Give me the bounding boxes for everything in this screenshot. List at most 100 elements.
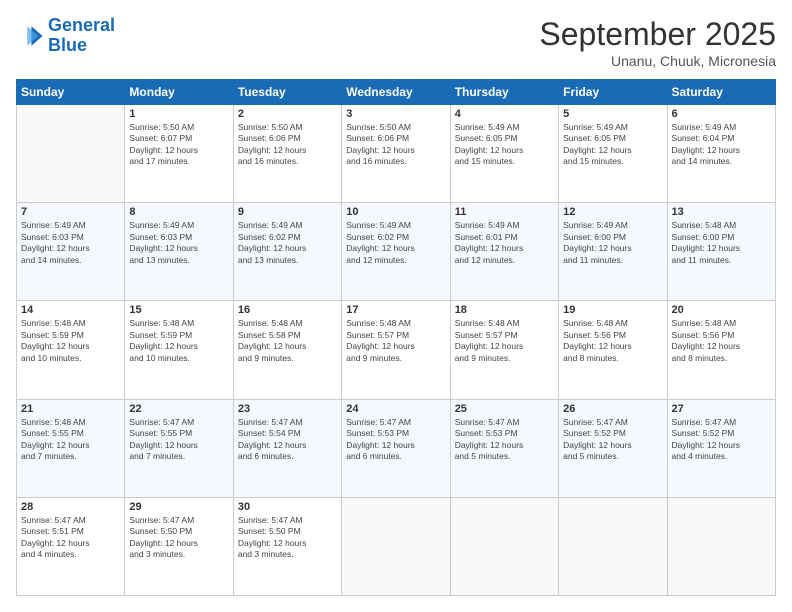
day-number: 30	[238, 501, 337, 513]
day-number: 5	[563, 108, 662, 120]
calendar-cell: 16 Sunrise: 5:48 AM Sunset: 5:58 PM Dayli…	[233, 301, 341, 399]
day-info: Sunrise: 5:49 AM Sunset: 6:05 PM Dayligh…	[563, 122, 662, 168]
day-info: Sunrise: 5:49 AM Sunset: 6:02 PM Dayligh…	[346, 220, 445, 266]
calendar-cell: 12 Sunrise: 5:49 AM Sunset: 6:00 PM Dayli…	[559, 203, 667, 301]
day-number: 2	[238, 108, 337, 120]
day-number: 11	[455, 206, 554, 218]
day-number: 15	[129, 304, 228, 316]
day-info: Sunrise: 5:48 AM Sunset: 5:56 PM Dayligh…	[563, 318, 662, 364]
day-info: Sunrise: 5:48 AM Sunset: 5:57 PM Dayligh…	[346, 318, 445, 364]
calendar-cell: 9 Sunrise: 5:49 AM Sunset: 6:02 PM Daylig…	[233, 203, 341, 301]
day-number: 28	[21, 501, 120, 513]
calendar-cell: 2 Sunrise: 5:50 AM Sunset: 6:06 PM Daylig…	[233, 105, 341, 203]
week-row-3: 14Sunrise: 5:48 AM Sunset: 5:59 PM Dayli…	[17, 301, 776, 399]
day-info: Sunrise: 5:50 AM Sunset: 6:06 PM Dayligh…	[346, 122, 445, 168]
calendar-header-row: Sunday Monday Tuesday Wednesday Thursday…	[17, 80, 776, 105]
col-saturday: Saturday	[667, 80, 775, 105]
calendar-cell: 23Sunrise: 5:47 AM Sunset: 5:54 PM Dayli…	[233, 399, 341, 497]
day-info: Sunrise: 5:49 AM Sunset: 6:05 PM Dayligh…	[455, 122, 554, 168]
day-number: 17	[346, 304, 445, 316]
day-number: 10	[346, 206, 445, 218]
day-number: 12	[563, 206, 662, 218]
header: General Blue September 2025 Unanu, Chuuk…	[16, 16, 776, 69]
week-row-2: 7 Sunrise: 5:49 AM Sunset: 6:03 PM Daylig…	[17, 203, 776, 301]
calendar-cell: 27Sunrise: 5:47 AM Sunset: 5:52 PM Dayli…	[667, 399, 775, 497]
day-info: Sunrise: 5:47 AM Sunset: 5:50 PM Dayligh…	[238, 515, 337, 561]
day-number: 19	[563, 304, 662, 316]
calendar-cell	[559, 497, 667, 595]
calendar-cell: 4 Sunrise: 5:49 AM Sunset: 6:05 PM Daylig…	[450, 105, 558, 203]
calendar-cell: 14Sunrise: 5:48 AM Sunset: 5:59 PM Dayli…	[17, 301, 125, 399]
calendar-cell: 6 Sunrise: 5:49 AM Sunset: 6:04 PM Daylig…	[667, 105, 775, 203]
day-number: 3	[346, 108, 445, 120]
calendar-cell: 28 Sunrise: 5:47 AM Sunset: 5:51 PM Dayli…	[17, 497, 125, 595]
calendar-cell: 19 Sunrise: 5:48 AM Sunset: 5:56 PM Dayli…	[559, 301, 667, 399]
calendar-cell: 13Sunrise: 5:48 AM Sunset: 6:00 PM Dayli…	[667, 203, 775, 301]
day-number: 9	[238, 206, 337, 218]
day-info: Sunrise: 5:47 AM Sunset: 5:52 PM Dayligh…	[672, 417, 771, 463]
day-number: 1	[129, 108, 228, 120]
col-friday: Friday	[559, 80, 667, 105]
calendar-cell: 24Sunrise: 5:47 AM Sunset: 5:53 PM Dayli…	[342, 399, 450, 497]
day-info: Sunrise: 5:47 AM Sunset: 5:53 PM Dayligh…	[455, 417, 554, 463]
calendar-cell: 1 Sunrise: 5:50 AM Sunset: 6:07 PM Daylig…	[125, 105, 233, 203]
calendar-cell: 3 Sunrise: 5:50 AM Sunset: 6:06 PM Daylig…	[342, 105, 450, 203]
day-info: Sunrise: 5:49 AM Sunset: 6:01 PM Dayligh…	[455, 220, 554, 266]
calendar-cell: 18Sunrise: 5:48 AM Sunset: 5:57 PM Dayli…	[450, 301, 558, 399]
day-number: 6	[672, 108, 771, 120]
col-thursday: Thursday	[450, 80, 558, 105]
day-info: Sunrise: 5:49 AM Sunset: 6:03 PM Dayligh…	[129, 220, 228, 266]
logo-text: General Blue	[48, 16, 115, 56]
col-monday: Monday	[125, 80, 233, 105]
day-number: 8	[129, 206, 228, 218]
calendar-cell: 11 Sunrise: 5:49 AM Sunset: 6:01 PM Dayli…	[450, 203, 558, 301]
calendar-cell: 22 Sunrise: 5:47 AM Sunset: 5:55 PM Dayli…	[125, 399, 233, 497]
day-info: Sunrise: 5:50 AM Sunset: 6:06 PM Dayligh…	[238, 122, 337, 168]
day-info: Sunrise: 5:48 AM Sunset: 5:55 PM Dayligh…	[21, 417, 120, 463]
calendar-cell	[667, 497, 775, 595]
day-info: Sunrise: 5:50 AM Sunset: 6:07 PM Dayligh…	[129, 122, 228, 168]
day-number: 16	[238, 304, 337, 316]
calendar-cell: 10 Sunrise: 5:49 AM Sunset: 6:02 PM Dayli…	[342, 203, 450, 301]
day-number: 7	[21, 206, 120, 218]
calendar-cell: 26Sunrise: 5:47 AM Sunset: 5:52 PM Dayli…	[559, 399, 667, 497]
calendar-cell: 7 Sunrise: 5:49 AM Sunset: 6:03 PM Daylig…	[17, 203, 125, 301]
day-number: 20	[672, 304, 771, 316]
subtitle: Unanu, Chuuk, Micronesia	[539, 53, 776, 69]
day-number: 23	[238, 403, 337, 415]
calendar-cell: 8 Sunrise: 5:49 AM Sunset: 6:03 PM Daylig…	[125, 203, 233, 301]
day-info: Sunrise: 5:49 AM Sunset: 6:02 PM Dayligh…	[238, 220, 337, 266]
week-row-4: 21Sunrise: 5:48 AM Sunset: 5:55 PM Dayli…	[17, 399, 776, 497]
month-title: September 2025	[539, 16, 776, 53]
title-block: September 2025 Unanu, Chuuk, Micronesia	[539, 16, 776, 69]
week-row-1: 1 Sunrise: 5:50 AM Sunset: 6:07 PM Daylig…	[17, 105, 776, 203]
page: General Blue September 2025 Unanu, Chuuk…	[0, 0, 792, 612]
logo-line1: General	[48, 15, 115, 35]
calendar-cell	[450, 497, 558, 595]
calendar-table: Sunday Monday Tuesday Wednesday Thursday…	[16, 79, 776, 596]
day-number: 29	[129, 501, 228, 513]
col-sunday: Sunday	[17, 80, 125, 105]
day-info: Sunrise: 5:49 AM Sunset: 6:00 PM Dayligh…	[563, 220, 662, 266]
day-number: 18	[455, 304, 554, 316]
day-number: 24	[346, 403, 445, 415]
day-info: Sunrise: 5:48 AM Sunset: 5:59 PM Dayligh…	[21, 318, 120, 364]
day-number: 4	[455, 108, 554, 120]
day-info: Sunrise: 5:48 AM Sunset: 5:59 PM Dayligh…	[129, 318, 228, 364]
calendar-cell: 15 Sunrise: 5:48 AM Sunset: 5:59 PM Dayli…	[125, 301, 233, 399]
day-info: Sunrise: 5:47 AM Sunset: 5:51 PM Dayligh…	[21, 515, 120, 561]
day-info: Sunrise: 5:48 AM Sunset: 6:00 PM Dayligh…	[672, 220, 771, 266]
day-number: 25	[455, 403, 554, 415]
calendar-cell: 21Sunrise: 5:48 AM Sunset: 5:55 PM Dayli…	[17, 399, 125, 497]
logo-icon	[16, 22, 44, 50]
logo: General Blue	[16, 16, 115, 56]
day-number: 22	[129, 403, 228, 415]
day-info: Sunrise: 5:48 AM Sunset: 5:58 PM Dayligh…	[238, 318, 337, 364]
day-info: Sunrise: 5:47 AM Sunset: 5:52 PM Dayligh…	[563, 417, 662, 463]
day-info: Sunrise: 5:48 AM Sunset: 5:56 PM Dayligh…	[672, 318, 771, 364]
day-info: Sunrise: 5:47 AM Sunset: 5:55 PM Dayligh…	[129, 417, 228, 463]
calendar-cell	[342, 497, 450, 595]
day-info: Sunrise: 5:49 AM Sunset: 6:03 PM Dayligh…	[21, 220, 120, 266]
calendar-cell: 29Sunrise: 5:47 AM Sunset: 5:50 PM Dayli…	[125, 497, 233, 595]
day-info: Sunrise: 5:49 AM Sunset: 6:04 PM Dayligh…	[672, 122, 771, 168]
